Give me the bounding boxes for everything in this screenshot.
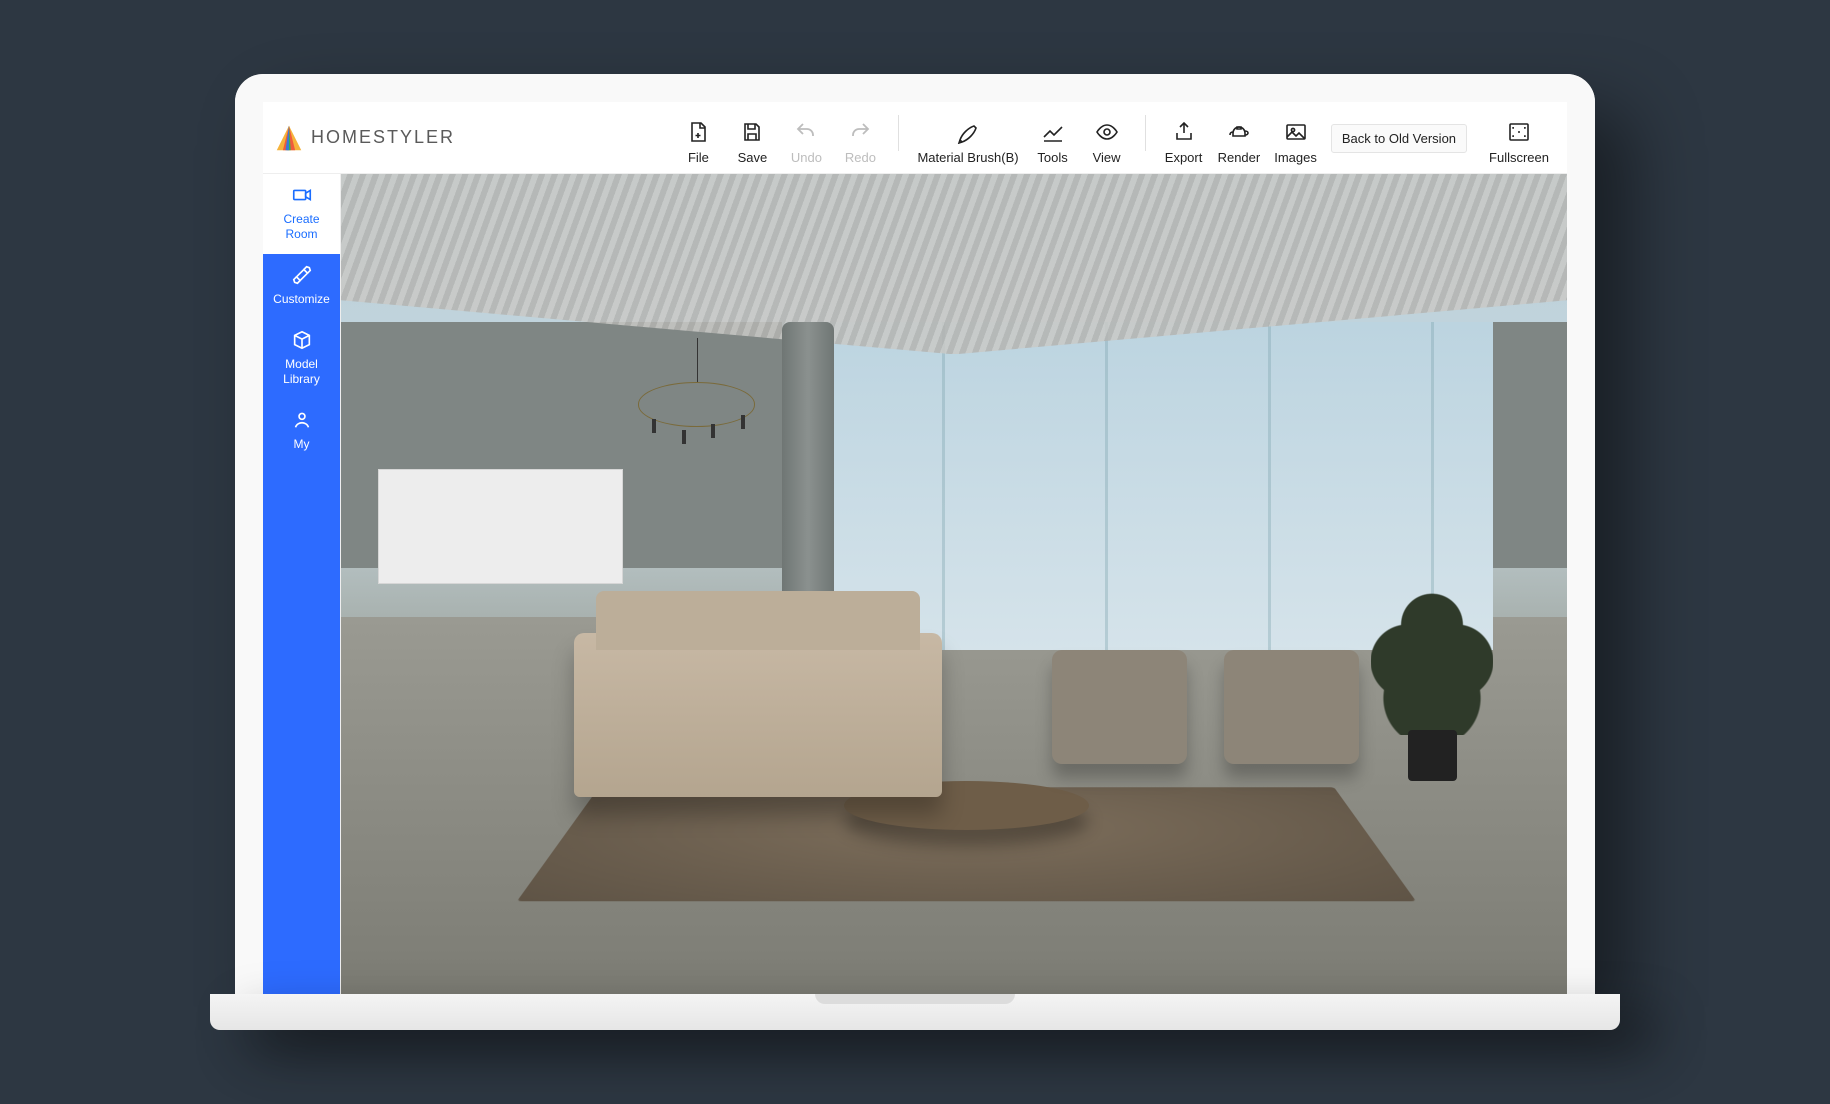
sidebar-item-model-library[interactable]: Model Library xyxy=(263,319,340,399)
render-button[interactable]: Render xyxy=(1212,109,1267,167)
file-button[interactable]: File xyxy=(672,109,724,167)
app-logo[interactable]: HOMESTYLER xyxy=(275,124,455,152)
file-icon xyxy=(686,120,710,144)
export-button[interactable]: Export xyxy=(1158,109,1210,167)
wrench-icon xyxy=(291,264,313,286)
scene-chandelier xyxy=(623,338,770,486)
save-icon xyxy=(740,120,764,144)
fullscreen-button[interactable]: Fullscreen xyxy=(1483,109,1555,167)
back-to-old-version-button[interactable]: Back to Old Version xyxy=(1331,124,1467,153)
undo-icon xyxy=(794,120,818,144)
tools-button[interactable]: Tools xyxy=(1027,109,1079,167)
brush-icon xyxy=(956,120,980,144)
image-icon xyxy=(1284,120,1308,144)
sidebar-label: Customize xyxy=(273,292,330,307)
scene-plant xyxy=(1371,551,1494,781)
scene-armchair xyxy=(1052,650,1187,765)
images-button[interactable]: Images xyxy=(1268,109,1323,167)
laptop-mockup: HOMESTYLER File Save Undo xyxy=(210,74,1620,1030)
tools-icon xyxy=(1041,120,1065,144)
user-icon xyxy=(291,409,313,431)
cube-icon xyxy=(291,329,313,351)
eye-icon xyxy=(1095,120,1119,144)
camera-icon xyxy=(291,184,313,206)
app-window: HOMESTYLER File Save Undo xyxy=(263,102,1567,994)
sidebar-label: Create Room xyxy=(283,212,319,242)
logo-icon xyxy=(275,124,303,152)
view-button[interactable]: View xyxy=(1081,109,1133,167)
scene-armchair xyxy=(1224,650,1359,765)
app-name: HOMESTYLER xyxy=(311,127,455,148)
sidebar-label: Model Library xyxy=(283,357,320,387)
left-sidebar: Create Room Customize Model Library xyxy=(263,174,341,994)
design-canvas[interactable] xyxy=(341,174,1567,994)
sidebar-label: My xyxy=(294,437,310,452)
sidebar-item-create-room[interactable]: Create Room xyxy=(263,174,340,254)
toolbar-separator xyxy=(898,115,899,151)
webcam-dot xyxy=(910,84,920,94)
toolbar-separator xyxy=(1145,115,1146,151)
fullscreen-icon xyxy=(1507,120,1531,144)
sidebar-item-customize[interactable]: Customize xyxy=(263,254,340,319)
save-button[interactable]: Save xyxy=(726,109,778,167)
redo-icon xyxy=(848,120,872,144)
laptop-base xyxy=(210,994,1620,1030)
redo-button[interactable]: Redo xyxy=(834,109,886,167)
teapot-icon xyxy=(1227,120,1251,144)
material-brush-button[interactable]: Material Brush(B) xyxy=(911,109,1024,167)
sidebar-item-my[interactable]: My xyxy=(263,399,340,464)
export-icon xyxy=(1172,120,1196,144)
undo-button[interactable]: Undo xyxy=(780,109,832,167)
scene-sofa xyxy=(574,633,942,797)
scene-cabinet xyxy=(378,469,623,584)
top-toolbar: HOMESTYLER File Save Undo xyxy=(263,102,1567,174)
